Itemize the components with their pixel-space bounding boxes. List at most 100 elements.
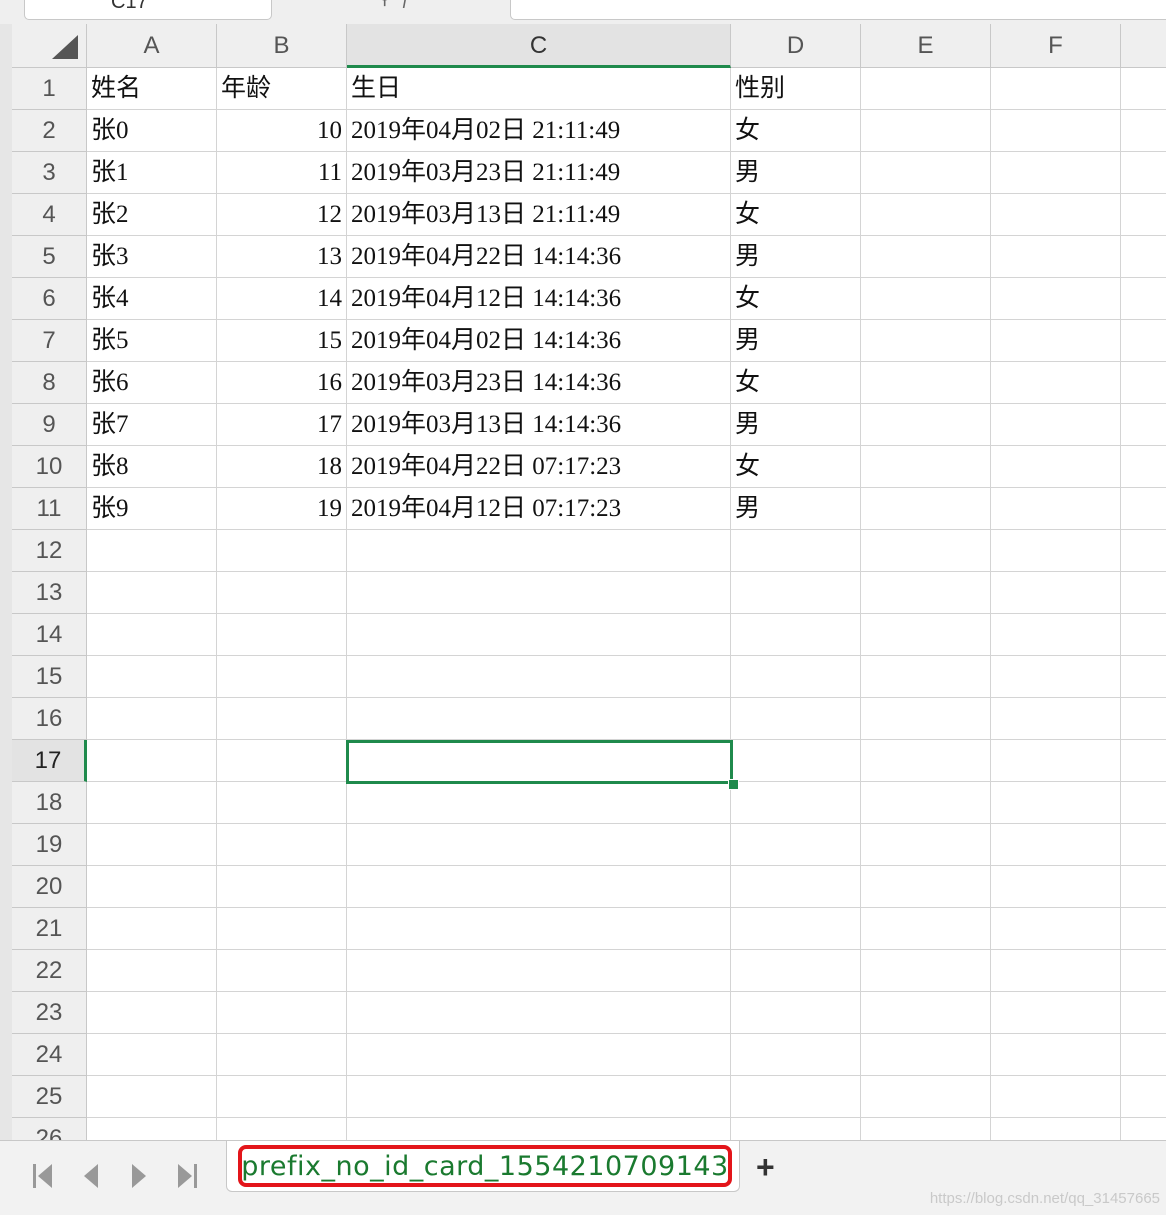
cell-d6[interactable]: 女 xyxy=(731,278,861,320)
cell-e24[interactable] xyxy=(861,1034,991,1076)
cell-f23[interactable] xyxy=(991,992,1121,1034)
last-sheet-icon[interactable] xyxy=(174,1161,200,1191)
cell-b24[interactable] xyxy=(217,1034,347,1076)
row-header-17[interactable]: 17 xyxy=(12,740,87,782)
cell-f24[interactable] xyxy=(991,1034,1121,1076)
cell-a22[interactable] xyxy=(87,950,217,992)
cell-f15[interactable] xyxy=(991,656,1121,698)
row-header-15[interactable]: 15 xyxy=(12,656,87,698)
cell-d4[interactable]: 女 xyxy=(731,194,861,236)
cell-e11[interactable] xyxy=(861,488,991,530)
cell-f3[interactable] xyxy=(991,152,1121,194)
cell-d21[interactable] xyxy=(731,908,861,950)
row-header-14[interactable]: 14 xyxy=(12,614,87,656)
cell-b25[interactable] xyxy=(217,1076,347,1118)
cell-c3[interactable]: 2019年03月23日 21:11:49 xyxy=(347,152,731,194)
cell-a5[interactable]: 张3 xyxy=(87,236,217,278)
cell-e13[interactable] xyxy=(861,572,991,614)
row-header-12[interactable]: 12 xyxy=(12,530,87,572)
cell-b14[interactable] xyxy=(217,614,347,656)
cell-g20[interactable] xyxy=(1121,866,1166,908)
row-header-2[interactable]: 2 xyxy=(12,110,87,152)
cell-c10[interactable]: 2019年04月22日 07:17:23 xyxy=(347,446,731,488)
cell-b22[interactable] xyxy=(217,950,347,992)
cell-e25[interactable] xyxy=(861,1076,991,1118)
cell-f12[interactable] xyxy=(991,530,1121,572)
cell-g13[interactable] xyxy=(1121,572,1166,614)
cell-d18[interactable] xyxy=(731,782,861,824)
cell-g18[interactable] xyxy=(1121,782,1166,824)
row-header-16[interactable]: 16 xyxy=(12,698,87,740)
cell-b7[interactable]: 15 xyxy=(217,320,347,362)
cell-f7[interactable] xyxy=(991,320,1121,362)
formula-input[interactable] xyxy=(510,0,1166,20)
cell-e15[interactable] xyxy=(861,656,991,698)
active-cell-c17[interactable] xyxy=(346,740,733,784)
cell-a3[interactable]: 张1 xyxy=(87,152,217,194)
cell-b23[interactable] xyxy=(217,992,347,1034)
cell-a21[interactable] xyxy=(87,908,217,950)
cell-f8[interactable] xyxy=(991,362,1121,404)
cell-g12[interactable] xyxy=(1121,530,1166,572)
cell-d20[interactable] xyxy=(731,866,861,908)
cell-e9[interactable] xyxy=(861,404,991,446)
cell-d12[interactable] xyxy=(731,530,861,572)
cell-e14[interactable] xyxy=(861,614,991,656)
cell-a10[interactable]: 张8 xyxy=(87,446,217,488)
cell-f14[interactable] xyxy=(991,614,1121,656)
cell-d11[interactable]: 男 xyxy=(731,488,861,530)
row-header-5[interactable]: 5 xyxy=(12,236,87,278)
cell-c11[interactable]: 2019年04月12日 07:17:23 xyxy=(347,488,731,530)
search-icon[interactable]: ⚲ ƒ xyxy=(378,0,411,9)
cell-g7[interactable] xyxy=(1121,320,1166,362)
fill-handle[interactable] xyxy=(728,779,739,790)
cell-g17[interactable] xyxy=(1121,740,1166,782)
cell-c7[interactable]: 2019年04月02日 14:14:36 xyxy=(347,320,731,362)
cell-g22[interactable] xyxy=(1121,950,1166,992)
cell-b4[interactable]: 12 xyxy=(217,194,347,236)
cell-d5[interactable]: 男 xyxy=(731,236,861,278)
cell-c20[interactable] xyxy=(347,866,731,908)
cell-e16[interactable] xyxy=(861,698,991,740)
cell-d10[interactable]: 女 xyxy=(731,446,861,488)
row-header-21[interactable]: 21 xyxy=(12,908,87,950)
cell-g4[interactable] xyxy=(1121,194,1166,236)
cell-g1[interactable] xyxy=(1121,68,1166,110)
cell-g5[interactable] xyxy=(1121,236,1166,278)
cell-e18[interactable] xyxy=(861,782,991,824)
cell-g14[interactable] xyxy=(1121,614,1166,656)
cell-a4[interactable]: 张2 xyxy=(87,194,217,236)
cell-d15[interactable] xyxy=(731,656,861,698)
cell-f4[interactable] xyxy=(991,194,1121,236)
column-header-b[interactable]: B xyxy=(217,24,347,68)
cell-d9[interactable]: 男 xyxy=(731,404,861,446)
cell-d19[interactable] xyxy=(731,824,861,866)
cell-d13[interactable] xyxy=(731,572,861,614)
cell-a17[interactable] xyxy=(87,740,217,782)
cell-b3[interactable]: 11 xyxy=(217,152,347,194)
cell-d24[interactable] xyxy=(731,1034,861,1076)
cell-f18[interactable] xyxy=(991,782,1121,824)
cell-d3[interactable]: 男 xyxy=(731,152,861,194)
cell-b2[interactable]: 10 xyxy=(217,110,347,152)
cell-a1[interactable]: 姓名 xyxy=(87,68,217,110)
cell-b5[interactable]: 13 xyxy=(217,236,347,278)
cell-d8[interactable]: 女 xyxy=(731,362,861,404)
cell-c9[interactable]: 2019年03月13日 14:14:36 xyxy=(347,404,731,446)
cell-e12[interactable] xyxy=(861,530,991,572)
cell-e2[interactable] xyxy=(861,110,991,152)
cell-b20[interactable] xyxy=(217,866,347,908)
cell-c13[interactable] xyxy=(347,572,731,614)
cell-f25[interactable] xyxy=(991,1076,1121,1118)
cell-c21[interactable] xyxy=(347,908,731,950)
cell-b10[interactable]: 18 xyxy=(217,446,347,488)
row-header-6[interactable]: 6 xyxy=(12,278,87,320)
cell-d17[interactable] xyxy=(731,740,861,782)
cell-e5[interactable] xyxy=(861,236,991,278)
cell-b18[interactable] xyxy=(217,782,347,824)
cell-d7[interactable]: 男 xyxy=(731,320,861,362)
cell-e10[interactable] xyxy=(861,446,991,488)
column-header-d[interactable]: D xyxy=(731,24,861,68)
cell-f21[interactable] xyxy=(991,908,1121,950)
cell-f20[interactable] xyxy=(991,866,1121,908)
